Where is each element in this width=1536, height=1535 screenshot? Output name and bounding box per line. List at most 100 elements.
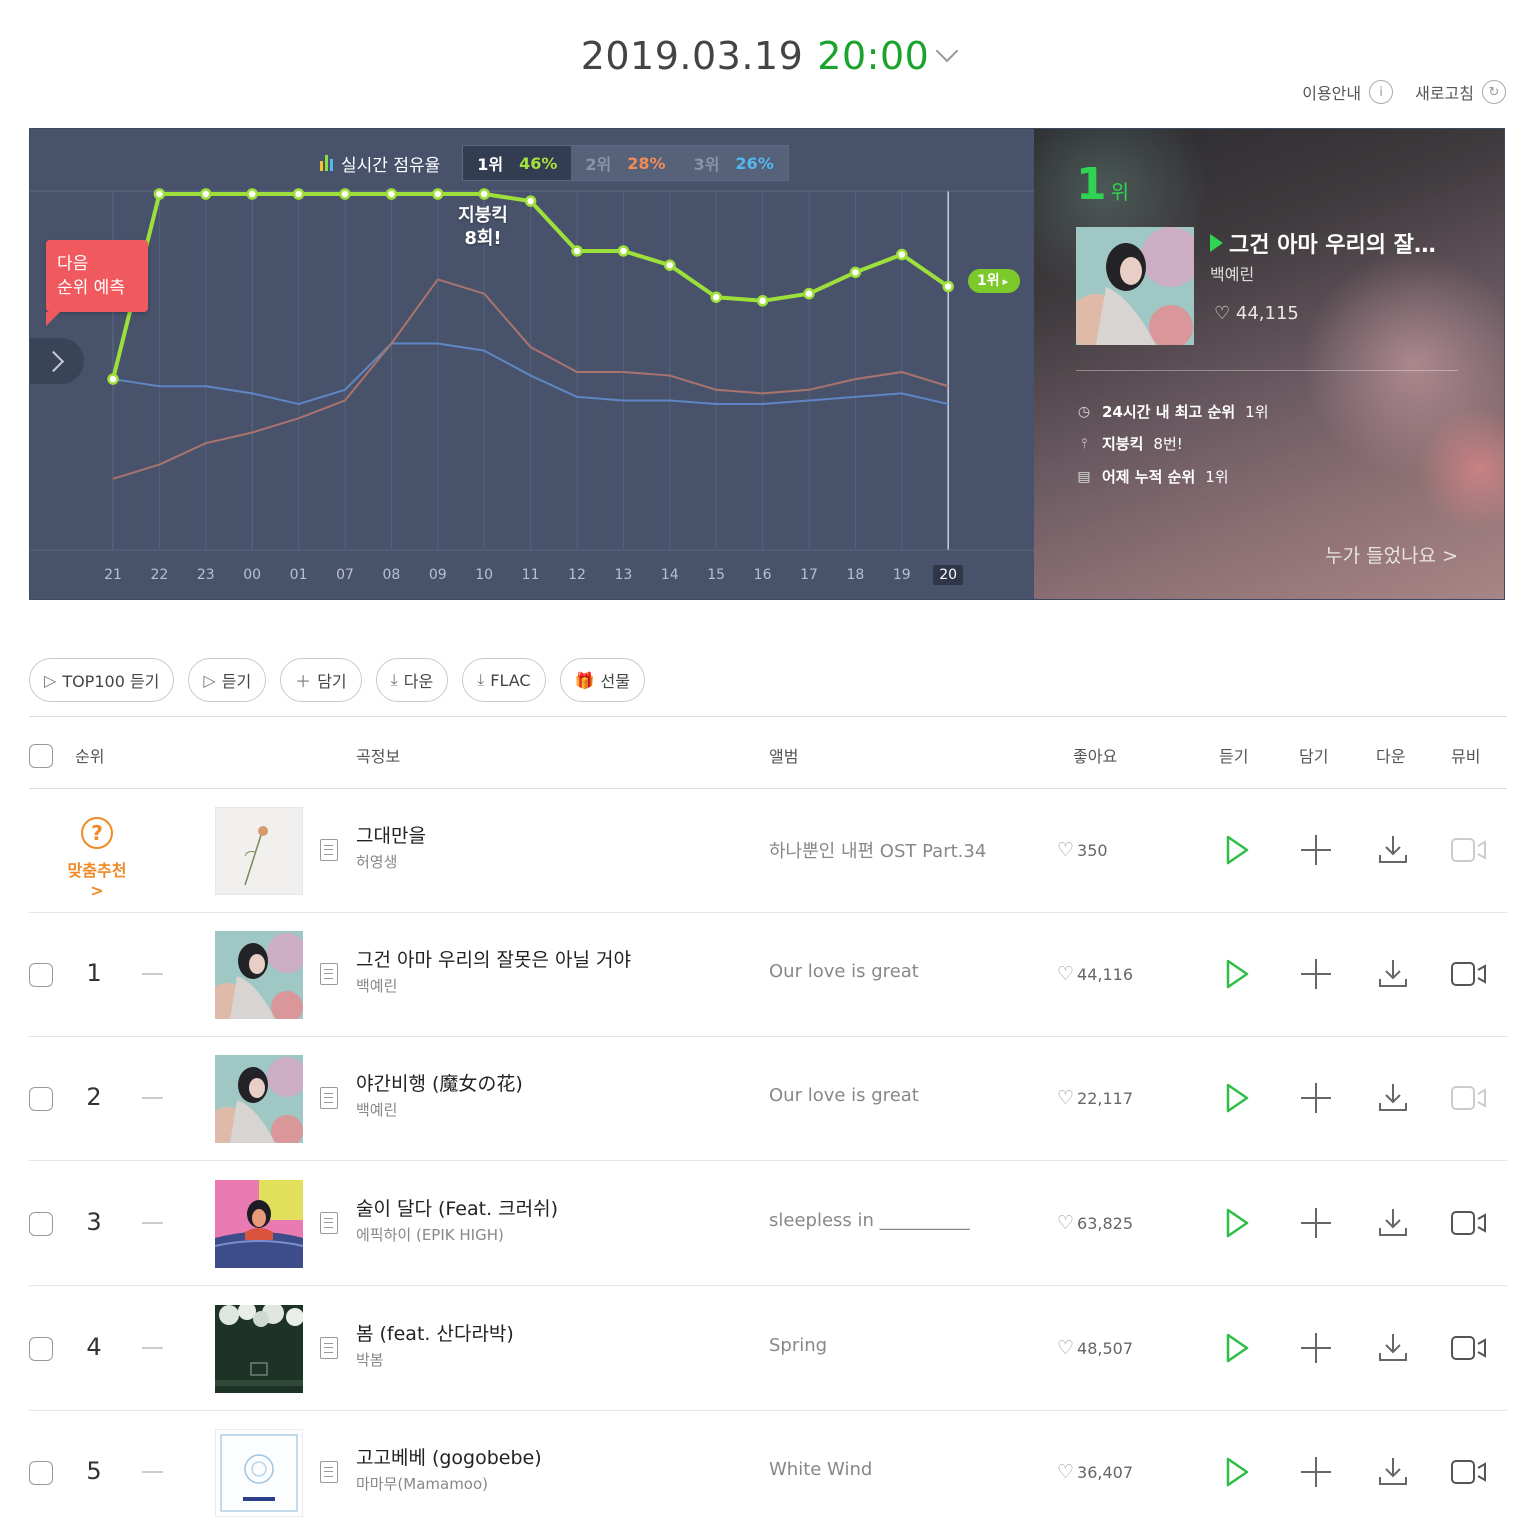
like-button[interactable]: ♡ 44,116 <box>1057 963 1133 985</box>
album-cover[interactable] <box>215 1055 303 1143</box>
song-title[interactable]: 고고베베 (gogobebe) <box>356 1443 542 1470</box>
song-artist[interactable]: 에픽하이 (EPIK HIGH) <box>356 1224 504 1245</box>
play-icon[interactable] <box>1225 1208 1249 1238</box>
song-album[interactable]: Our love is great <box>769 961 919 982</box>
header-mv: 뮤비 <box>1451 747 1481 766</box>
row-checkbox[interactable] <box>29 1337 53 1361</box>
song-title[interactable]: 봄 (feat. 산다라박) <box>356 1319 514 1346</box>
lyrics-icon[interactable] <box>320 1461 338 1483</box>
row-rank: 5 <box>86 1457 102 1485</box>
play-icon[interactable] <box>1225 1333 1249 1363</box>
tab-rank-1[interactable]: 1위 46% <box>463 146 572 180</box>
next-rank-prediction-button[interactable]: 다음 순위 예측 <box>46 240 148 326</box>
song-artist[interactable]: 백예린 <box>356 1099 397 1120</box>
play-icon[interactable] <box>1225 1457 1249 1487</box>
add-to-playlist-icon[interactable] <box>1301 959 1331 989</box>
who-listened-link[interactable]: 누가 들었나요 > <box>1325 541 1458 568</box>
add-button[interactable]: ＋ 담기 <box>280 658 362 702</box>
download-icon[interactable] <box>1377 833 1409 865</box>
video-icon[interactable] <box>1451 961 1487 987</box>
chart-datetime[interactable]: 2019.03.19 20:00 <box>0 34 1536 78</box>
gift-icon: 🎁 <box>574 670 595 690</box>
download-icon[interactable] <box>1377 957 1409 989</box>
play-icon[interactable] <box>1225 959 1249 989</box>
video-icon[interactable] <box>1451 1210 1487 1236</box>
song-album[interactable]: Our love is great <box>769 1085 919 1106</box>
row-checkbox[interactable] <box>29 1461 53 1485</box>
row-checkbox[interactable] <box>29 1212 53 1236</box>
lyrics-icon[interactable] <box>320 963 338 985</box>
download-icon[interactable] <box>1377 1455 1409 1487</box>
like-count: 22,117 <box>1077 1089 1134 1108</box>
download-icon[interactable] <box>1377 1206 1409 1238</box>
play-icon[interactable] <box>1210 234 1223 252</box>
song-album[interactable]: 하나뿐인 내편 OST Part.34 <box>769 837 986 863</box>
chevron-down-icon[interactable] <box>935 39 959 63</box>
video-icon[interactable] <box>1451 1335 1487 1361</box>
download-button[interactable]: ⤓ 다운 <box>375 658 449 702</box>
play-button[interactable]: ▷ 듣기 <box>188 658 267 702</box>
song-title[interactable]: 그대만을 <box>356 821 426 848</box>
album-cover[interactable] <box>215 931 303 1019</box>
refresh-icon[interactable]: ↻ <box>1482 80 1506 104</box>
row-checkbox[interactable] <box>29 963 53 987</box>
table-header: 순위 곡정보 앨범 좋아요 듣기 담기 다운 뮤비 <box>29 716 1507 789</box>
song-album[interactable]: Spring <box>769 1335 827 1356</box>
song-album[interactable]: White Wind <box>769 1459 872 1480</box>
top-song-artist[interactable]: 백예린 <box>1210 261 1254 285</box>
song-artist[interactable]: 마마무(Mamamoo) <box>356 1473 488 1494</box>
song-artist[interactable]: 백예린 <box>356 975 397 996</box>
top100-play-button[interactable]: ▷ TOP100 듣기 <box>29 658 175 702</box>
song-title[interactable]: 야간비행 (魔女の花) <box>356 1069 523 1096</box>
info-icon[interactable]: i <box>1369 80 1394 104</box>
video-icon[interactable] <box>1451 1459 1487 1485</box>
song-artist[interactable]: 허영생 <box>356 851 397 872</box>
help-link[interactable]: 이용안내 <box>1302 80 1361 104</box>
like-button[interactable]: ♡ 36,407 <box>1057 1461 1133 1483</box>
tab-rank-3[interactable]: 3위 26% <box>679 146 788 180</box>
add-to-playlist-icon[interactable] <box>1301 1457 1331 1487</box>
play-outline-icon: ▷ <box>203 670 216 690</box>
lyrics-icon[interactable] <box>320 1087 338 1109</box>
refresh-link[interactable]: 새로고침 <box>1415 80 1474 104</box>
header-song-info: 곡정보 <box>356 747 401 766</box>
current-rank-badge[interactable]: 1위 <box>968 269 1021 293</box>
like-button[interactable]: ♡ 22,117 <box>1057 1087 1133 1109</box>
song-title[interactable]: 술이 달다 (Feat. 크러쉬) <box>356 1194 558 1221</box>
table-row: 3 술이 달다 (Feat. 크러쉬) 에픽하이 (EPIK HIGH) sle… <box>29 1162 1507 1286</box>
top-song-title[interactable]: 그건 아마 우리의 잘… <box>1210 227 1480 259</box>
lyrics-icon[interactable] <box>320 839 338 861</box>
select-all-checkbox[interactable] <box>29 744 53 768</box>
download-icon[interactable] <box>1377 1081 1409 1113</box>
like-button[interactable]: ♡ 63,825 <box>1057 1212 1133 1234</box>
gift-button[interactable]: 🎁 선물 <box>559 658 645 702</box>
play-icon[interactable] <box>1225 835 1249 865</box>
top-song-likes[interactable]: ♡ 44,115 <box>1214 303 1299 324</box>
flac-button[interactable]: ⤓ FLAC <box>462 658 546 702</box>
chart-prev-button[interactable] <box>30 338 84 384</box>
album-cover[interactable] <box>215 807 303 895</box>
tab-rank-2[interactable]: 2위 28% <box>571 146 680 180</box>
song-album[interactable]: sleepless in __________ <box>769 1210 970 1231</box>
download-icon[interactable] <box>1377 1331 1409 1363</box>
play-icon[interactable] <box>1225 1083 1249 1113</box>
data-point <box>432 188 444 200</box>
lyrics-icon[interactable] <box>320 1337 338 1359</box>
add-to-playlist-icon[interactable] <box>1301 1083 1331 1113</box>
button-label: 담기 <box>317 672 347 691</box>
like-button[interactable]: ♡ 350 <box>1057 839 1108 861</box>
predict-label-1: 다음 <box>57 254 89 274</box>
add-to-playlist-icon[interactable] <box>1301 835 1331 865</box>
album-cover[interactable] <box>215 1305 303 1393</box>
row-checkbox[interactable] <box>29 1087 53 1111</box>
album-cover[interactable] <box>215 1180 303 1268</box>
like-button[interactable]: ♡ 48,507 <box>1057 1337 1133 1359</box>
lyrics-icon[interactable] <box>320 1212 338 1234</box>
song-title[interactable]: 그건 아마 우리의 잘못은 아닐 거야 <box>356 945 631 972</box>
custom-recommend-link[interactable]: ? 맞춤추천 > <box>59 817 135 900</box>
song-artist[interactable]: 박봄 <box>356 1349 384 1370</box>
album-cover[interactable] <box>215 1429 303 1517</box>
add-to-playlist-icon[interactable] <box>1301 1208 1331 1238</box>
top-song-cover[interactable] <box>1068 227 1201 350</box>
add-to-playlist-icon[interactable] <box>1301 1333 1331 1363</box>
